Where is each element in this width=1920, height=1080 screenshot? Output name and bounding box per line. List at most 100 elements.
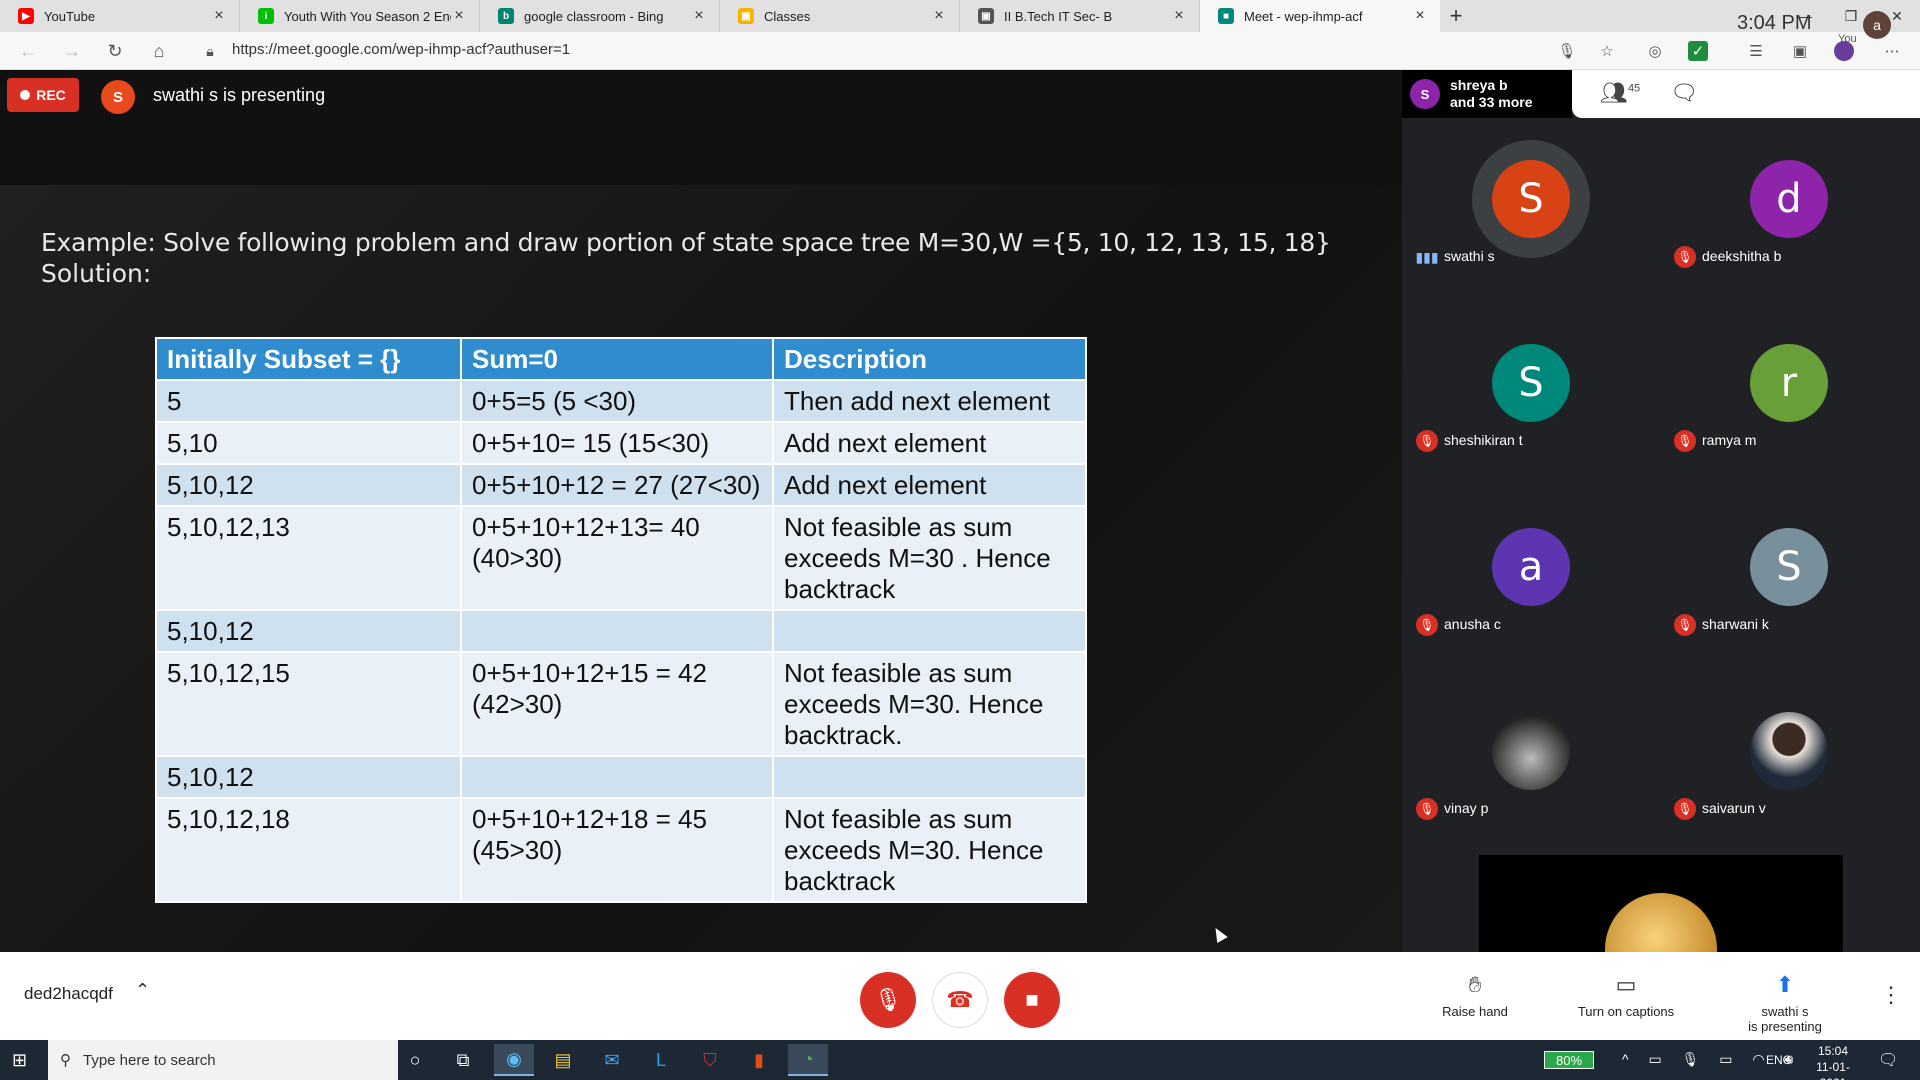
record-dot-icon bbox=[20, 90, 31, 100]
taskbar-clock[interactable]: 15:04 11-01-2021 bbox=[1803, 1043, 1863, 1080]
table-cell: 0+5+10+12+13= 40 (40>30) bbox=[460, 505, 774, 611]
close-tab-icon[interactable]: × bbox=[1412, 7, 1428, 25]
favorite-star-icon[interactable]: ☆ bbox=[1597, 41, 1617, 61]
slide-solution-label: Solution: bbox=[41, 259, 152, 288]
participants-summary[interactable]: S shreya b and 33 more bbox=[1402, 70, 1572, 118]
present-button[interactable]: ⬆ swathi s is presenting bbox=[1725, 972, 1845, 1034]
summary-more: and 33 more bbox=[1450, 94, 1533, 110]
participant-name: sheshikiran t bbox=[1444, 432, 1523, 448]
refresh-icon[interactable]: ↻ bbox=[103, 40, 127, 62]
table-row: 5,10,12 bbox=[155, 755, 1087, 799]
self-avatar[interactable]: a bbox=[1863, 11, 1891, 39]
lock-icon[interactable]: 🔒︎ bbox=[198, 40, 222, 62]
search-icon: ⚲ bbox=[60, 1052, 71, 1069]
chat-icon[interactable]: 🗨︎ bbox=[1670, 80, 1698, 106]
meeting-code[interactable]: ded2hacqdf bbox=[24, 984, 113, 1004]
participant-tile[interactable]: r 🎙︎ ramya m bbox=[1660, 302, 1918, 484]
office-icon[interactable]: ▮ bbox=[739, 1044, 779, 1076]
new-tab-icon[interactable]: + bbox=[1440, 0, 1472, 32]
leave-call-button[interactable]: ☎︎ bbox=[932, 972, 988, 1028]
task-view-icon[interactable]: ⧉ bbox=[443, 1044, 483, 1076]
close-tab-icon[interactable]: × bbox=[931, 7, 947, 25]
close-tab-icon[interactable]: × bbox=[1171, 7, 1187, 25]
mic-toggle-button[interactable]: 🎙︎ bbox=[860, 972, 916, 1028]
extension-icon[interactable]: ◎ bbox=[1645, 41, 1665, 61]
table-cell: 0+5+10+12+18 = 45 (45>30) bbox=[460, 797, 774, 903]
self-label: You bbox=[1838, 33, 1857, 45]
checkmark-extension-icon[interactable]: ✓ bbox=[1688, 41, 1708, 61]
camera-toggle-button[interactable]: ■ bbox=[1004, 972, 1060, 1028]
taskbar-search-box[interactable]: ⚲ Type here to search bbox=[48, 1040, 398, 1080]
participant-name: anusha c bbox=[1444, 616, 1501, 632]
notification-icon[interactable]: 🗨︎ bbox=[1878, 1050, 1898, 1070]
summary-name: shreya b bbox=[1450, 77, 1508, 93]
participant-avatar: S bbox=[1492, 344, 1570, 422]
mail-icon[interactable]: ✉ bbox=[592, 1044, 632, 1076]
iqiyi-icon: i bbox=[258, 8, 274, 24]
participant-tile[interactable]: 🎙︎ vinay p bbox=[1402, 670, 1660, 852]
table-header-cell: Initially Subset = {} bbox=[155, 337, 462, 381]
participant-avatar bbox=[1750, 712, 1828, 790]
participant-avatar: d bbox=[1750, 160, 1828, 238]
participant-tile[interactable]: 🎙︎ saivarun v bbox=[1660, 670, 1918, 852]
table-cell: 0+5=5 (5 <30) bbox=[460, 379, 774, 423]
close-tab-icon[interactable]: × bbox=[691, 7, 707, 25]
microphone-icon[interactable]: 🎙︎ bbox=[1557, 41, 1577, 61]
table-cell: 5,10,12,15 bbox=[155, 651, 462, 757]
search-placeholder: Type here to search bbox=[83, 1051, 216, 1069]
classroom-icon: ▣ bbox=[978, 8, 994, 24]
browser-tab[interactable]: b google classroom - Bing × bbox=[480, 0, 720, 32]
raise-hand-label: Raise hand bbox=[1442, 1004, 1508, 1019]
table-cell: Add next element bbox=[772, 463, 1087, 507]
table-cell bbox=[772, 755, 1087, 799]
participant-count: 45 bbox=[1627, 82, 1641, 95]
language-indicator[interactable]: ENG bbox=[1766, 1053, 1792, 1067]
more-menu-icon[interactable]: ⋯ bbox=[1882, 41, 1902, 61]
participant-tile[interactable]: S 🎙︎ sharwani k bbox=[1660, 486, 1918, 668]
browser-tab[interactable]: i Youth With You Season 2 English× bbox=[240, 0, 480, 32]
favorites-list-icon[interactable]: ☰ bbox=[1746, 41, 1766, 61]
collections-icon[interactable]: ▣ bbox=[1790, 41, 1810, 61]
chevron-up-icon[interactable]: ⌃ bbox=[135, 980, 150, 1001]
participant-avatar: S bbox=[1750, 528, 1828, 606]
browser-tab[interactable]: ■ Meet - wep-ihmp-acf × bbox=[1200, 0, 1440, 32]
windows-start-icon[interactable]: ⊞ bbox=[12, 1050, 27, 1071]
cortana-icon[interactable]: ○ bbox=[395, 1044, 435, 1076]
participant-tile[interactable]: d 🎙︎ deekshitha b bbox=[1660, 118, 1918, 300]
table-row: 5,10 0+5+10= 15 (15<30) Add next element bbox=[155, 421, 1087, 465]
url-field[interactable]: https://meet.google.com/wep-ihmp-acf?aut… bbox=[232, 41, 570, 58]
browser-tab[interactable]: ▣ Classes × bbox=[720, 0, 960, 32]
participant-tile[interactable]: S ▮▮▮ swathi s bbox=[1402, 118, 1660, 300]
participant-tile[interactable]: S 🎙︎ sheshikiran t bbox=[1402, 302, 1660, 484]
people-icon[interactable]: 👥︎45 bbox=[1600, 80, 1640, 106]
table-cell: 5,10,12,18 bbox=[155, 797, 462, 903]
participant-tile[interactable]: a 🎙︎ anusha c bbox=[1402, 486, 1660, 668]
participant-avatar: r bbox=[1750, 344, 1828, 422]
camera-off-icon: ■ bbox=[1025, 987, 1039, 1012]
forward-icon[interactable]: → bbox=[60, 40, 84, 62]
file-explorer-icon[interactable]: ▤ bbox=[543, 1044, 583, 1076]
l-app-icon[interactable]: L bbox=[641, 1044, 681, 1076]
table-cell: 5 bbox=[155, 379, 462, 423]
mcafee-icon[interactable]: ⛉ bbox=[690, 1044, 730, 1076]
table-header-cell: Sum=0 bbox=[460, 337, 774, 381]
home-icon[interactable]: ⌂ bbox=[147, 40, 171, 62]
table-header-row: Initially Subset = {} Sum=0 Description bbox=[155, 337, 1087, 381]
captions-button[interactable]: ▭ Turn on captions bbox=[1566, 972, 1686, 1019]
present-label-1: swathi s bbox=[1761, 1004, 1809, 1019]
raise-hand-button[interactable]: ✋︎ Raise hand bbox=[1415, 972, 1535, 1019]
table-cell: 5,10,12 bbox=[155, 463, 462, 507]
table-cell: 0+5+10+12+15 = 42 (42>30) bbox=[460, 651, 774, 757]
close-tab-icon[interactable]: × bbox=[451, 7, 467, 25]
table-row: 5,10,12 bbox=[155, 609, 1087, 653]
whatsapp-icon[interactable]: ◔ bbox=[788, 1044, 828, 1076]
browser-tab[interactable]: ▶ YouTube × bbox=[0, 0, 240, 32]
battery-indicator[interactable]: 80% bbox=[1544, 1051, 1594, 1069]
more-options-icon[interactable]: ⋮ bbox=[1880, 982, 1902, 1008]
browser-tab[interactable]: ▣ II B.Tech IT Sec- B × bbox=[960, 0, 1200, 32]
table-cell: Not feasible as sum exceeds M=30 . Hence… bbox=[772, 505, 1087, 611]
edge-browser-icon[interactable]: ◉ bbox=[494, 1044, 534, 1076]
back-icon[interactable]: ← bbox=[16, 40, 40, 62]
subset-table: Initially Subset = {} Sum=0 Description 50… bbox=[155, 337, 1087, 903]
close-tab-icon[interactable]: × bbox=[211, 7, 227, 25]
